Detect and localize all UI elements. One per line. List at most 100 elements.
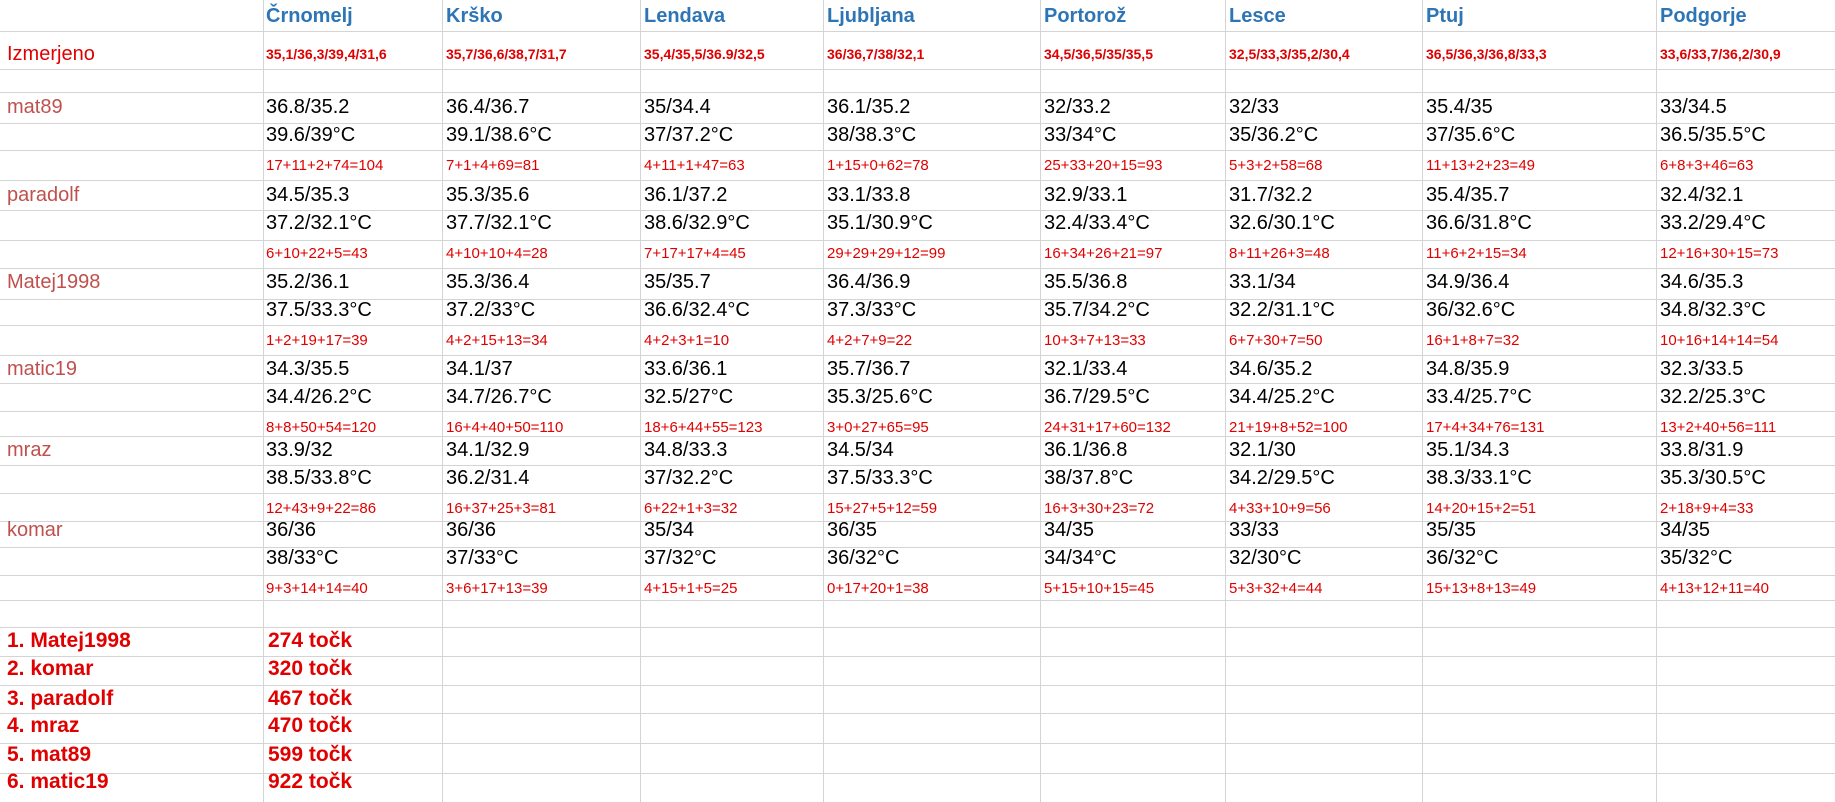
score-cell[interactable]: 17+11+2+74=104 xyxy=(266,158,383,173)
score-cell[interactable]: 16+37+25+3=81 xyxy=(446,501,556,516)
score-cell[interactable]: 25+33+20+15=93 xyxy=(1044,158,1162,173)
forecast-line2-cell[interactable]: 35.7/34.2°C xyxy=(1044,300,1150,320)
forecast-line2-cell[interactable]: 35.3/30.5°C xyxy=(1660,468,1766,488)
ranking-place-cell[interactable]: 4. mraz xyxy=(7,715,79,736)
ranking-place-cell[interactable]: 2. komar xyxy=(7,658,93,679)
measured-value-cell[interactable]: 36,5/36,3/36,8/33,3 xyxy=(1426,47,1547,61)
measured-value-cell[interactable]: 35,7/36,6/38,7/31,7 xyxy=(446,47,567,61)
forecast-line2-cell[interactable]: 37.2/32.1°C xyxy=(266,213,372,233)
score-cell[interactable]: 6+8+3+46=63 xyxy=(1660,158,1753,173)
forecast-line2-cell[interactable]: 36.6/32.4°C xyxy=(644,300,750,320)
ranking-points-cell[interactable]: 467 točk xyxy=(268,688,352,709)
score-cell[interactable]: 0+17+20+1=38 xyxy=(827,581,929,596)
score-cell[interactable]: 8+8+50+54=120 xyxy=(266,420,376,435)
score-cell[interactable]: 1+2+19+17=39 xyxy=(266,333,368,348)
forecast-line1-cell[interactable]: 35.1/34.3 xyxy=(1426,440,1509,460)
city-header-cell[interactable]: Ljubljana xyxy=(827,6,915,26)
forecast-line2-cell[interactable]: 38.5/33.8°C xyxy=(266,468,372,488)
forecast-line1-cell[interactable]: 35.7/36.7 xyxy=(827,359,910,379)
score-cell[interactable]: 15+27+5+12=59 xyxy=(827,501,937,516)
forecast-line1-cell[interactable]: 36.4/36.7 xyxy=(446,97,529,117)
forecast-line1-cell[interactable]: 32.1/30 xyxy=(1229,440,1296,460)
forecast-line1-cell[interactable]: 35.2/36.1 xyxy=(266,272,349,292)
forecaster-name-cell[interactable]: Matej1998 xyxy=(7,272,100,292)
forecast-line1-cell[interactable]: 34.6/35.3 xyxy=(1660,272,1743,292)
score-cell[interactable]: 6+22+1+3=32 xyxy=(644,501,737,516)
score-cell[interactable]: 4+2+3+1=10 xyxy=(644,333,729,348)
forecast-line2-cell[interactable]: 32/30°C xyxy=(1229,548,1302,568)
forecast-line2-cell[interactable]: 36.7/29.5°C xyxy=(1044,387,1150,407)
score-cell[interactable]: 4+10+10+4=28 xyxy=(446,246,548,261)
score-cell[interactable]: 18+6+44+55=123 xyxy=(644,420,762,435)
forecast-line1-cell[interactable]: 36.4/36.9 xyxy=(827,272,910,292)
score-cell[interactable]: 2+18+9+4=33 xyxy=(1660,501,1753,516)
score-cell[interactable]: 21+19+8+52=100 xyxy=(1229,420,1347,435)
forecast-line1-cell[interactable]: 34.9/36.4 xyxy=(1426,272,1509,292)
forecast-line2-cell[interactable]: 32.4/33.4°C xyxy=(1044,213,1150,233)
forecast-line2-cell[interactable]: 37.5/33.3°C xyxy=(266,300,372,320)
ranking-points-cell[interactable]: 922 točk xyxy=(268,771,352,792)
forecast-line1-cell[interactable]: 33.1/34 xyxy=(1229,272,1296,292)
forecast-line1-cell[interactable]: 34.5/34 xyxy=(827,440,894,460)
ranking-points-cell[interactable]: 470 točk xyxy=(268,715,352,736)
forecast-line1-cell[interactable]: 35/35.7 xyxy=(644,272,711,292)
score-cell[interactable]: 4+2+7+9=22 xyxy=(827,333,912,348)
forecast-line1-cell[interactable]: 31.7/32.2 xyxy=(1229,185,1312,205)
forecast-line1-cell[interactable]: 35.4/35 xyxy=(1426,97,1493,117)
ranking-place-cell[interactable]: 5. mat89 xyxy=(7,744,91,765)
forecast-line1-cell[interactable]: 36/36 xyxy=(446,520,496,540)
score-cell[interactable]: 12+16+30+15=73 xyxy=(1660,246,1778,261)
forecast-line1-cell[interactable]: 36/35 xyxy=(827,520,877,540)
forecast-line2-cell[interactable]: 37.5/33.3°C xyxy=(827,468,933,488)
city-header-cell[interactable]: Podgorje xyxy=(1660,6,1747,26)
score-cell[interactable]: 8+11+26+3=48 xyxy=(1229,246,1330,261)
forecast-line2-cell[interactable]: 34.7/26.7°C xyxy=(446,387,552,407)
forecast-line1-cell[interactable]: 34.3/35.5 xyxy=(266,359,349,379)
forecast-line1-cell[interactable]: 36.1/36.8 xyxy=(1044,440,1127,460)
forecast-line1-cell[interactable]: 36/36 xyxy=(266,520,316,540)
forecast-line2-cell[interactable]: 39.6/39°C xyxy=(266,125,355,145)
forecast-line1-cell[interactable]: 34.1/32.9 xyxy=(446,440,529,460)
forecast-line1-cell[interactable]: 32.9/33.1 xyxy=(1044,185,1127,205)
measured-value-cell[interactable]: 32,5/33,3/35,2/30,4 xyxy=(1229,47,1350,61)
forecast-line1-cell[interactable]: 34.6/35.2 xyxy=(1229,359,1312,379)
forecast-line1-cell[interactable]: 32/33.2 xyxy=(1044,97,1111,117)
score-cell[interactable]: 6+10+22+5=43 xyxy=(266,246,368,261)
forecast-line2-cell[interactable]: 35.1/30.9°C xyxy=(827,213,933,233)
forecast-line2-cell[interactable]: 36.2/31.4 xyxy=(446,468,529,488)
score-cell[interactable]: 4+15+1+5=25 xyxy=(644,581,737,596)
score-cell[interactable]: 10+16+14+14=54 xyxy=(1660,333,1778,348)
forecast-line2-cell[interactable]: 37/37.2°C xyxy=(644,125,733,145)
city-header-cell[interactable]: Portorož xyxy=(1044,6,1126,26)
ranking-points-cell[interactable]: 320 točk xyxy=(268,658,352,679)
forecast-line1-cell[interactable]: 32.4/32.1 xyxy=(1660,185,1743,205)
forecast-line1-cell[interactable]: 35.3/35.6 xyxy=(446,185,529,205)
score-cell[interactable]: 12+43+9+22=86 xyxy=(266,501,376,516)
ranking-place-cell[interactable]: 6. matic19 xyxy=(7,771,109,792)
score-cell[interactable]: 6+7+30+7=50 xyxy=(1229,333,1322,348)
forecaster-name-cell[interactable]: mraz xyxy=(7,440,51,460)
score-cell[interactable]: 10+3+7+13=33 xyxy=(1044,333,1146,348)
forecast-line1-cell[interactable]: 33.8/31.9 xyxy=(1660,440,1743,460)
score-cell[interactable]: 1+15+0+62=78 xyxy=(827,158,929,173)
score-cell[interactable]: 11+13+2+23=49 xyxy=(1426,158,1535,173)
forecast-line2-cell[interactable]: 36/32°C xyxy=(827,548,900,568)
forecast-line1-cell[interactable]: 35/35 xyxy=(1426,520,1476,540)
forecast-line1-cell[interactable]: 35.4/35.7 xyxy=(1426,185,1509,205)
score-cell[interactable]: 7+1+4+69=81 xyxy=(446,158,539,173)
city-header-cell[interactable]: Lendava xyxy=(644,6,725,26)
score-cell[interactable]: 3+0+27+65=95 xyxy=(827,420,929,435)
ranking-points-cell[interactable]: 274 točk xyxy=(268,630,352,651)
forecast-line1-cell[interactable]: 35/34 xyxy=(644,520,694,540)
forecast-line2-cell[interactable]: 36.6/31.8°C xyxy=(1426,213,1532,233)
forecast-line2-cell[interactable]: 38/38.3°C xyxy=(827,125,916,145)
forecast-line2-cell[interactable]: 35/36.2°C xyxy=(1229,125,1318,145)
forecast-line1-cell[interactable]: 35/34.4 xyxy=(644,97,711,117)
forecast-line1-cell[interactable]: 33.6/36.1 xyxy=(644,359,727,379)
forecast-line2-cell[interactable]: 38/37.8°C xyxy=(1044,468,1133,488)
score-cell[interactable]: 16+4+40+50=110 xyxy=(446,420,563,435)
forecast-line2-cell[interactable]: 32.6/30.1°C xyxy=(1229,213,1335,233)
score-cell[interactable]: 16+34+26+21=97 xyxy=(1044,246,1162,261)
forecast-line1-cell[interactable]: 35.5/36.8 xyxy=(1044,272,1127,292)
forecast-line1-cell[interactable]: 33/33 xyxy=(1229,520,1279,540)
